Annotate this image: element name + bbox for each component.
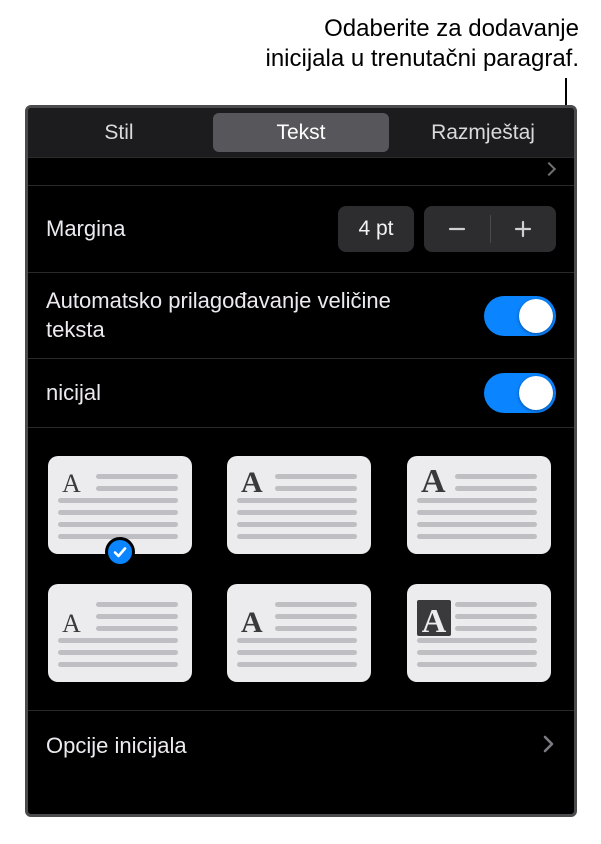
tab-style-label: Stil — [104, 121, 133, 145]
dropcap-preview-icon: A — [58, 596, 182, 670]
dropcap-toggle[interactable] — [484, 373, 556, 413]
tab-style[interactable]: Stil — [31, 113, 207, 152]
toggle-knob — [519, 299, 553, 333]
margin-value[interactable]: 4 pt — [338, 206, 414, 252]
autosize-label: Automatsko prilagođavanje veličine tekst… — [46, 287, 406, 344]
svg-text:A: A — [62, 469, 81, 498]
selected-check-icon — [105, 537, 135, 567]
margin-value-text: 4 pt — [358, 217, 393, 241]
dropcap-option-dropped-light[interactable]: A — [48, 584, 192, 682]
margin-increase-button[interactable] — [491, 206, 557, 252]
margin-row: Margina 4 pt — [28, 186, 574, 273]
callout-text: Odaberite za dodavanje inicijala u trenu… — [265, 14, 579, 74]
dropcap-option-raised-bold[interactable]: A — [407, 456, 551, 554]
callout-line2: inicijala u trenutačni paragraf. — [265, 44, 579, 74]
dropcap-style-grid: A A A A A A — [28, 428, 574, 711]
margin-controls: 4 pt — [338, 206, 556, 252]
toggle-knob — [519, 376, 553, 410]
dropcap-label: nicijal — [46, 379, 101, 408]
svg-text:A: A — [62, 609, 81, 638]
svg-text:A: A — [421, 468, 446, 500]
tab-layout[interactable]: Razmještaj — [395, 113, 571, 152]
dropcap-preview-icon: A — [237, 596, 361, 670]
margin-stepper — [424, 206, 556, 252]
dropcap-preview-icon: A — [237, 468, 361, 542]
dropcap-option-raised-medium[interactable]: A — [227, 456, 371, 554]
dropcap-preview-icon: A — [417, 596, 541, 670]
dropcap-preview-icon: A — [58, 468, 182, 542]
tab-text-label: Tekst — [276, 121, 325, 145]
minus-icon — [446, 218, 468, 240]
plus-icon — [512, 218, 534, 240]
margin-decrease-button[interactable] — [424, 206, 490, 252]
format-panel: Stil Tekst Razmještaj Margina 4 pt — [25, 105, 577, 817]
margin-label: Margina — [46, 215, 125, 244]
dropcap-option-dropped-boxed[interactable]: A — [407, 584, 551, 682]
autosize-toggle[interactable] — [484, 296, 556, 336]
chevron-right-icon — [542, 734, 556, 759]
dropcap-preview-icon: A — [417, 468, 541, 542]
dropcap-option-raised-small[interactable]: A — [48, 456, 192, 554]
svg-text:A: A — [421, 603, 446, 640]
panel-body: Margina 4 pt — [28, 158, 574, 781]
callout-line1: Odaberite za dodavanje — [265, 14, 579, 44]
previous-row-peek[interactable] — [28, 158, 574, 186]
dropcap-options-row[interactable]: Opcije inicijala — [28, 711, 574, 781]
svg-text:A: A — [241, 606, 263, 639]
tab-layout-label: Razmještaj — [431, 121, 535, 145]
svg-text:A: A — [241, 468, 263, 499]
dropcap-option-dropped-medium[interactable]: A — [227, 584, 371, 682]
dropcap-row: nicijal — [28, 359, 574, 428]
dropcap-options-label: Opcije inicijala — [46, 733, 187, 759]
tab-text[interactable]: Tekst — [213, 113, 389, 152]
tab-bar: Stil Tekst Razmještaj — [28, 108, 574, 158]
autosize-row: Automatsko prilagođavanje veličine tekst… — [28, 273, 574, 359]
